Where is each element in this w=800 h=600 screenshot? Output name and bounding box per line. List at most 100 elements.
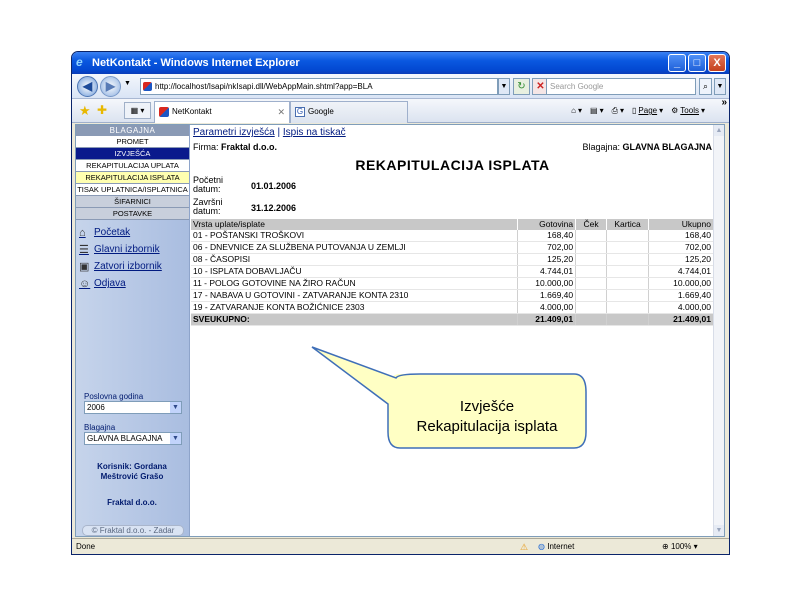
- page-title: REKAPITULACIJA ISPLATA: [355, 157, 550, 173]
- scroll-up-icon[interactable]: ▲: [714, 125, 724, 136]
- link-label: Odjava: [94, 278, 126, 289]
- zoom-control[interactable]: ⊕ 100% ▾: [662, 539, 698, 554]
- cell-vrsta: 06 - DNEVNICE ZA SLUŽBENA PUTOVANJA U ZE…: [191, 241, 519, 254]
- cell-gotovina: 702,00: [517, 241, 577, 254]
- user-name-line1: Korisnik: Gordana: [97, 462, 167, 471]
- cell-kartica: [606, 277, 650, 290]
- year-label: Poslovna godina: [84, 392, 144, 401]
- link-odjava[interactable]: ☺ Odjava: [76, 275, 189, 292]
- cell-cek: [575, 265, 608, 278]
- url-dropdown-icon[interactable]: ▼: [498, 78, 510, 95]
- forward-button[interactable]: ▶: [100, 76, 121, 97]
- link-label: Početak: [94, 227, 131, 238]
- tab-close-icon[interactable]: ✕: [277, 102, 285, 122]
- blagajna-label: Blagajna:: [582, 142, 620, 152]
- params-link[interactable]: Parametri izvješća: [193, 127, 275, 138]
- page-menu[interactable]: ▯ Page ▾: [632, 102, 663, 119]
- sidebar-item-rekapitulacija-isplata[interactable]: REKAPITULACIJA ISPLATA: [76, 172, 189, 184]
- cell-kartica: [606, 301, 650, 314]
- globe-icon: ◍: [538, 542, 545, 551]
- security-warning-icon[interactable]: ⚠: [520, 541, 532, 553]
- start-date-label: Početni datum:: [193, 175, 224, 194]
- link-glavni-izbornik[interactable]: ☰ Glavni izbornik: [76, 241, 189, 258]
- cell-cek: [575, 289, 608, 302]
- tab-google[interactable]: G Google: [290, 101, 408, 123]
- cell-gotovina: 125,20: [517, 253, 577, 266]
- report-links: Parametri izvješća | Ispis na tiskač: [193, 127, 346, 138]
- table-row: 01 - POŠTANSKI TROŠKOVI 168,40 168,40: [191, 230, 714, 242]
- cell-total-gotovina: 21.409,01: [517, 313, 577, 326]
- cash-select[interactable]: GLAVNA BLAGAJNA ▼: [84, 432, 182, 445]
- callout-line2: Rekapitulacija isplata: [416, 418, 558, 435]
- scroll-down-icon[interactable]: ▼: [714, 525, 724, 536]
- user-name-line2: Meštrović Grašo: [100, 472, 164, 481]
- google-favicon-icon: G: [295, 107, 305, 117]
- history-dropdown-icon[interactable]: ▼: [124, 80, 131, 87]
- cash-value: GLAVNA BLAGAJNA: [87, 434, 163, 443]
- quick-tabs-button[interactable]: ▦ ▾: [124, 102, 151, 119]
- year-value: 2006: [87, 403, 105, 412]
- tab-label: NetKontakt: [172, 107, 212, 116]
- sidebar-item-sifarnici[interactable]: ŠIFARNICI: [76, 196, 189, 208]
- table-total-row: SVEUKUPNO: 21.409,01 21.409,01: [191, 313, 714, 326]
- callout-line1: Izvješće: [459, 398, 515, 415]
- tab-bar: ★ ✚ ▦ ▾ NetKontakt ✕ G Google ⌂ ▾ ▤ ▾ ⎙ ▾ ▯…: [72, 97, 729, 123]
- cell-vrsta: 10 - ISPLATA DOBAVLJAČU: [191, 265, 519, 278]
- minimize-button[interactable]: _: [668, 54, 686, 72]
- sidebar-item-postavke[interactable]: POSTAVKE: [76, 208, 189, 220]
- end-date-value: 31.12.2006: [251, 203, 297, 213]
- link-zatvori-izbornik[interactable]: ▣ Zatvori izbornik: [76, 258, 189, 275]
- search-input[interactable]: Search Google: [546, 78, 696, 95]
- cell-kartica: [606, 230, 650, 242]
- add-favorites-icon[interactable]: ✚: [97, 103, 107, 117]
- company-name: Fraktal d.o.o.: [107, 498, 157, 507]
- link-pocetak[interactable]: ⌂ Početak: [76, 224, 189, 241]
- print-link[interactable]: Ispis na tiskač: [283, 127, 346, 138]
- cell-ukupno: 125,20: [648, 253, 714, 266]
- browser-window: e NetKontakt - Windows Internet Explorer…: [71, 51, 730, 555]
- table-row: 06 - DNEVNICE ZA SLUŽBENA PUTOVANJA U ZE…: [191, 241, 714, 254]
- sidebar-item-promet[interactable]: PROMET: [76, 136, 189, 148]
- home-icon: ⌂: [79, 226, 86, 239]
- sidebar-item-rekapitulacija-uplata[interactable]: REKAPITULACIJA UPLATA: [76, 160, 189, 172]
- sidebar-item-izvjesca[interactable]: IZVJEŠĆA: [76, 148, 189, 160]
- cell-cek: [575, 230, 608, 242]
- cell-total-label: SVEUKUPNO:: [191, 313, 519, 326]
- maximize-button[interactable]: □: [688, 54, 706, 72]
- print-button[interactable]: ⎙ ▾: [612, 102, 624, 119]
- cell-ukupno: 1.669,40: [648, 289, 714, 302]
- cell-ukupno: 4.000,00: [648, 301, 714, 314]
- search-dropdown-icon[interactable]: ▼: [714, 78, 726, 95]
- url-text: http://localhost/Isapi/nkIsapi.dll/WebAp…: [155, 82, 373, 91]
- tools-menu[interactable]: ⚙ Tools ▾: [671, 102, 705, 119]
- address-bar: ◀ ▶ ▼ http://localhost/Isapi/nkIsapi.dll…: [72, 74, 729, 99]
- col-header-gotovina: Gotovina: [517, 219, 577, 230]
- home-button[interactable]: ⌂ ▾: [571, 102, 582, 119]
- favorites-star-icon[interactable]: ★: [79, 103, 91, 119]
- sidebar-item-tisak[interactable]: TISAK UPLATNICA/ISPLATNICA: [76, 184, 189, 196]
- cell-cek: [575, 277, 608, 290]
- feeds-button[interactable]: ▤ ▾: [590, 102, 604, 119]
- cell-total-ukupno: 21.409,01: [648, 313, 714, 326]
- col-header-kartica: Kartica: [606, 219, 650, 230]
- close-button[interactable]: X: [708, 54, 726, 72]
- year-select[interactable]: 2006 ▼: [84, 401, 182, 414]
- back-button[interactable]: ◀: [77, 76, 98, 97]
- cash-label: Blagajna: [84, 423, 116, 432]
- tab-netkontakt[interactable]: NetKontakt ✕: [154, 101, 290, 123]
- url-input[interactable]: http://localhost/Isapi/nkIsapi.dll/WebAp…: [140, 78, 498, 95]
- cell-ukupno: 4.744,01: [648, 265, 714, 278]
- sidebar: BLAGAJNA PROMET IZVJEŠĆA REKAPITULACIJA …: [76, 125, 190, 536]
- search-icon[interactable]: ⌕: [699, 78, 712, 95]
- start-date-value: 01.01.2006: [251, 181, 297, 191]
- security-zone[interactable]: ◍ Internet: [538, 539, 574, 554]
- link-label: Glavni izbornik: [94, 244, 160, 255]
- netkontakt-favicon-icon: [159, 107, 169, 117]
- table-row: 11 - POLOG GOTOVINE NA ŽIRO RAČUN 10.000…: [191, 277, 714, 290]
- refresh-button[interactable]: ↻: [513, 78, 530, 95]
- sidebar-links: ⌂ Početak ☰ Glavni izbornik ▣ Zatvori izbor…: [76, 224, 189, 292]
- vertical-scrollbar[interactable]: ▲ ▼: [713, 125, 724, 536]
- end-date-label: Završni datum:: [193, 197, 223, 216]
- chevron-more-icon[interactable]: »: [721, 97, 727, 108]
- cell-total-kartica: [606, 313, 650, 326]
